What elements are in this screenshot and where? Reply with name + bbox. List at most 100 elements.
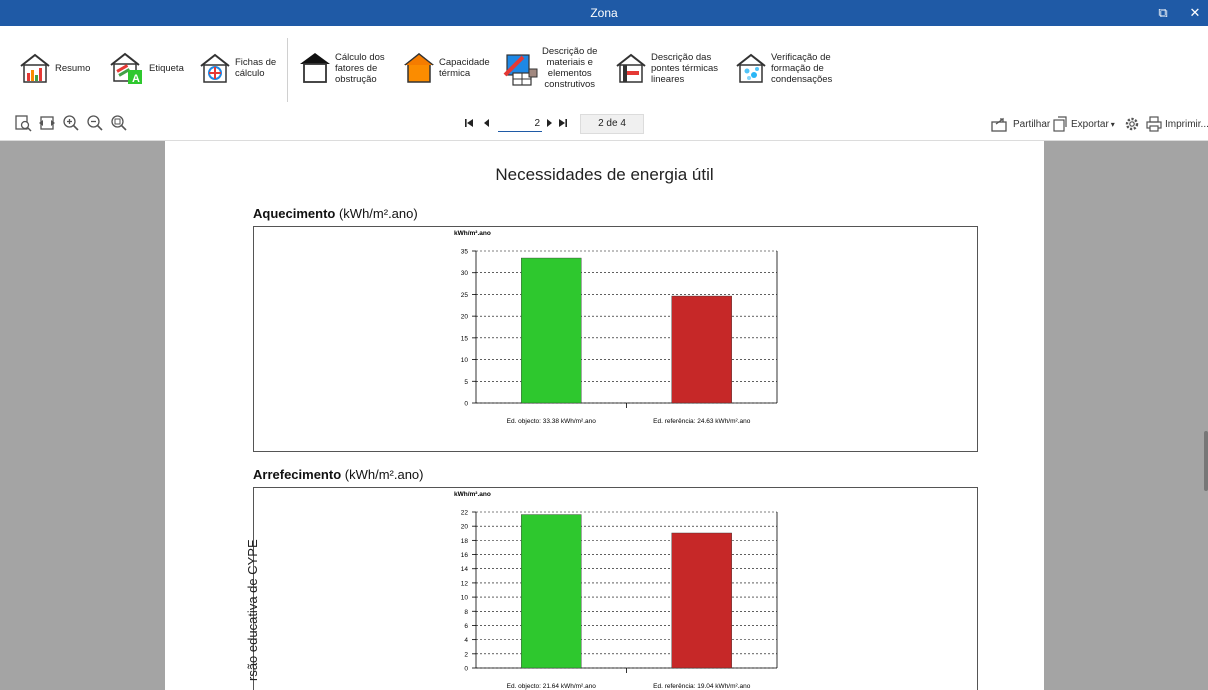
close-button[interactable]: ✕ — [1180, 0, 1208, 26]
ribbon-item-label: Descrição de materiais e elementos const… — [542, 46, 598, 90]
ribbon-item-label: Capacidade térmica — [439, 57, 490, 79]
title-bar: Zona ⧉ ✕ — [0, 0, 1208, 26]
next-page-button[interactable] — [544, 118, 554, 130]
ribbon-fichas-button[interactable]: Fichas de cálculo — [198, 26, 276, 110]
ribbon-etiqueta-button[interactable]: A Etiqueta — [108, 26, 184, 110]
first-page-icon — [465, 119, 473, 127]
export-button[interactable]: Exportar ▾ — [1052, 116, 1115, 132]
section-unit: (kWh/m².ano) — [344, 467, 424, 482]
ribbon-item-label: Resumo — [55, 62, 91, 74]
x-tick-label: Ed. objecto: 33.38 kWh/m².ano — [507, 418, 597, 425]
page-heading: Necessidades de energia útil — [495, 165, 714, 184]
zoom-area-icon — [111, 115, 127, 131]
viewer-toolbar: 2 2 de 4 Partilhar Exportar ▾ Imprimir..… — [0, 110, 1208, 141]
fit-width-button[interactable] — [38, 114, 56, 132]
calculation-sheets-icon — [200, 53, 230, 83]
bar — [671, 532, 732, 669]
vertical-scrollbar[interactable] — [1204, 431, 1208, 491]
next-page-icon — [547, 119, 552, 127]
restore-button[interactable]: ⧉ — [1148, 0, 1178, 26]
print-label: Imprimir... — [1165, 118, 1208, 130]
svg-text:A: A — [132, 73, 140, 85]
ribbon-capacidade-termica-button[interactable]: Capacidade térmica — [402, 26, 490, 110]
y-tick-label: 18 — [461, 538, 469, 545]
ribbon-pontes-termicas-button[interactable]: Descrição das pontes térmicas lineares — [614, 26, 718, 110]
y-tick-label: 8 — [464, 609, 468, 616]
label-icon: A — [110, 52, 142, 85]
prev-page-button[interactable] — [482, 118, 492, 130]
zoom-out-button[interactable] — [86, 114, 104, 132]
summary-chart-icon — [20, 53, 50, 83]
gear-icon — [1125, 117, 1139, 131]
y-tick-label: 35 — [461, 249, 469, 256]
ribbon-item-label: Descrição das pontes térmicas lineares — [651, 51, 719, 85]
condensation-icon — [736, 53, 766, 83]
first-page-button[interactable] — [464, 118, 474, 130]
ribbon-item-label: Fichas de cálculo — [235, 57, 277, 79]
y-tick-label: 30 — [461, 270, 469, 277]
y-tick-label: 5 — [464, 379, 468, 386]
heating-chart: kWh/m².ano 0 5 10 15 20 25 30 35 Ed. objecto: 33.… — [253, 226, 978, 452]
ribbon-materiais-button[interactable]: Descrição de materiais e elementos const… — [503, 26, 597, 110]
window-title: Zona — [590, 6, 618, 20]
y-tick-label: 20 — [461, 314, 469, 321]
section-name: Aquecimento — [253, 206, 336, 221]
materials-icon — [503, 54, 538, 86]
zoom-area-button[interactable] — [110, 114, 128, 132]
ribbon-condensacoes-button[interactable]: Verificação de formação de condensações — [734, 26, 832, 110]
y-tick-label: 10 — [461, 595, 469, 602]
y-tick-label: 0 — [464, 401, 468, 408]
y-tick-label: 12 — [461, 580, 469, 587]
y-tick-label: 10 — [461, 357, 469, 364]
watermark-text: rsão educativa de CYPE — [245, 539, 260, 681]
ribbon-item-label: Cálculo dos fatores de obstrução — [335, 51, 385, 85]
current-page-input[interactable]: 2 — [498, 116, 542, 132]
document-viewer[interactable]: Necessidades de energia útil Aquecimento… — [0, 141, 1208, 690]
x-tick-label: Ed. referência: 24.63 kWh/m².ano — [653, 418, 751, 425]
y-axis-label: kWh/m².ano — [454, 491, 491, 498]
watermark: rsão educativa de CYPE — [245, 521, 265, 681]
section-name: Arrefecimento — [253, 467, 342, 482]
y-tick-label: 22 — [461, 510, 469, 517]
export-icon — [1053, 116, 1067, 132]
prev-page-icon — [484, 119, 489, 127]
y-tick-label: 16 — [461, 552, 469, 559]
fit-page-icon — [15, 115, 32, 132]
ribbon-item-label: Etiqueta — [149, 62, 184, 74]
settings-button[interactable] — [1124, 116, 1143, 132]
y-tick-label: 20 — [461, 524, 469, 531]
bar — [671, 295, 732, 404]
document-page: Necessidades de energia útil Aquecimento… — [165, 141, 1044, 690]
last-page-button[interactable] — [558, 118, 568, 130]
x-tick-label: Ed. objecto: 21.64 kWh/m².ano — [507, 683, 597, 690]
y-tick-label: 6 — [464, 623, 468, 630]
page-count: 2 de 4 — [580, 114, 644, 134]
zoom-in-button[interactable] — [62, 114, 80, 132]
share-icon — [991, 117, 1007, 132]
ribbon-separator — [287, 38, 288, 102]
export-label: Exportar — [1071, 118, 1109, 130]
section-title-aquecimento: Aquecimento (kWh/m².ano) — [253, 206, 418, 221]
zoom-in-icon — [63, 115, 79, 131]
share-label: Partilhar — [1013, 118, 1051, 130]
thermal-capacity-icon — [404, 53, 434, 83]
y-tick-label: 2 — [464, 651, 468, 658]
cooling-chart: kWh/m².ano 0 2 4 6 8 10 12 14 16 18 20 22 Ed. objecto… — [253, 487, 978, 690]
ribbon-fatores-obstrucao-button[interactable]: Cálculo dos fatores de obstrução — [298, 26, 385, 110]
bar — [521, 514, 582, 669]
print-button[interactable]: Imprimir... — [1146, 116, 1208, 132]
ribbon-resumo-button[interactable]: Resumo — [18, 26, 90, 110]
fit-page-button[interactable] — [14, 114, 32, 132]
share-button[interactable]: Partilhar — [990, 116, 1050, 132]
printer-icon — [1146, 116, 1162, 132]
thermal-bridges-icon — [616, 53, 646, 83]
x-tick-label: Ed. referência: 19.04 kWh/m².ano — [653, 683, 751, 690]
bar — [521, 257, 582, 404]
heating-chart-svg: kWh/m².ano 0 5 10 15 20 25 30 35 Ed. objecto: 33.… — [454, 230, 778, 425]
y-tick-label: 0 — [464, 666, 468, 673]
fit-width-icon — [39, 116, 55, 130]
y-tick-label: 4 — [464, 637, 468, 644]
last-page-icon — [559, 119, 567, 127]
chevron-down-icon: ▾ — [1110, 119, 1115, 129]
obstruction-icon — [300, 53, 330, 83]
